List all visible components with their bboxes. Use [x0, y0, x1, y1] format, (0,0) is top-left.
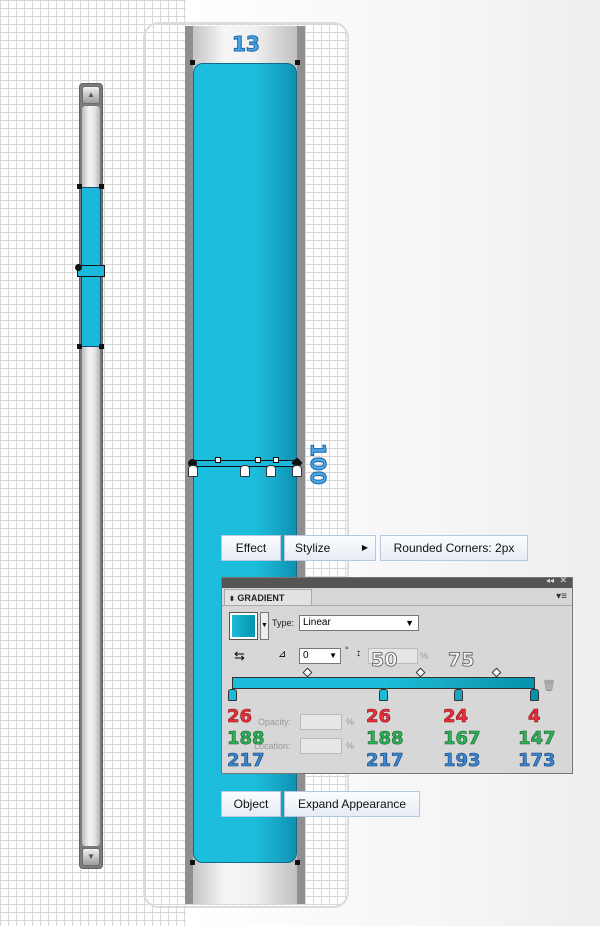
- submenu-arrow-icon: ▶: [361, 543, 368, 552]
- opacity-label: Opacity:: [258, 717, 292, 727]
- stop4-red: 4: [528, 706, 541, 728]
- collapse-icon[interactable]: ◂◂: [546, 576, 554, 585]
- top-number-label: 13: [232, 32, 261, 57]
- stop2-red: 26: [366, 706, 392, 728]
- annotator-stop[interactable]: [240, 465, 250, 477]
- angle-icon: ⊿: [278, 649, 287, 660]
- stop1-blue: 217: [227, 750, 265, 772]
- location-percent: %: [346, 741, 355, 751]
- location-input: [300, 738, 342, 754]
- object-menu[interactable]: Object: [221, 791, 281, 817]
- degree-symbol: °: [345, 645, 349, 655]
- trash-icon[interactable]: 🗑: [542, 679, 556, 692]
- panel-tab-gradient[interactable]: ⬍ GRADIENT: [224, 589, 312, 605]
- rounded-corners-item[interactable]: Rounded Corners: 2px: [380, 535, 528, 561]
- anchor-point[interactable]: [190, 60, 195, 65]
- dropdown-arrow-icon: ▼: [329, 651, 337, 660]
- annotator-stop[interactable]: [266, 465, 276, 477]
- effect-menu[interactable]: Effect: [221, 535, 281, 561]
- stop4-blue: 173: [518, 750, 556, 772]
- midpoint-handle[interactable]: [215, 457, 221, 463]
- up-arrow-icon[interactable]: ▲: [82, 86, 100, 104]
- anchor-point[interactable]: [77, 344, 82, 349]
- angle-value: 0: [303, 650, 309, 661]
- midpoint-label-75: 75: [448, 649, 475, 672]
- annotator-stop[interactable]: [188, 465, 198, 477]
- swap-gradient-icon[interactable]: ⇆: [234, 648, 245, 664]
- stylize-menu-item[interactable]: Stylize ▶: [284, 535, 376, 561]
- stylize-label: Stylize: [295, 541, 331, 555]
- dropdown-arrow-icon: ▼: [405, 618, 414, 628]
- color-stop[interactable]: [379, 689, 388, 701]
- midpoint-label-50: 50: [371, 649, 398, 672]
- anchor-point[interactable]: [295, 860, 300, 865]
- anchor-point[interactable]: [190, 860, 195, 865]
- anchor-point[interactable]: [99, 184, 104, 189]
- midpoint-handle[interactable]: [255, 457, 261, 463]
- panel-menu-icon[interactable]: ▾≡: [556, 591, 567, 602]
- side-number-label: 100: [306, 443, 331, 486]
- panel-titlebar[interactable]: ◂◂ ✕: [222, 575, 572, 588]
- aspect-percent: %: [420, 651, 429, 661]
- anchor-point[interactable]: [77, 184, 82, 189]
- down-arrow-icon[interactable]: ▼: [82, 848, 100, 866]
- close-icon[interactable]: ✕: [559, 575, 567, 586]
- midpoint-handle[interactable]: [273, 457, 279, 463]
- type-value: Linear: [303, 617, 331, 628]
- stop3-green: 167: [443, 728, 481, 750]
- type-label: Type:: [272, 618, 295, 628]
- panel-title: GRADIENT: [237, 593, 285, 603]
- panel-divider: [222, 605, 572, 606]
- angle-input[interactable]: 0 ▼: [299, 648, 341, 664]
- stop2-green: 188: [366, 728, 404, 750]
- stop1-red: 26: [227, 706, 253, 728]
- color-stop[interactable]: [530, 689, 539, 701]
- tab-toggle-icon: ⬍: [229, 596, 235, 603]
- color-stop[interactable]: [454, 689, 463, 701]
- small-scrollbar[interactable]: ▲ ▼: [79, 83, 103, 869]
- anchor-point[interactable]: [295, 60, 300, 65]
- stop1-green: 188: [227, 728, 265, 750]
- anchor-point[interactable]: [99, 344, 104, 349]
- gradient-slider[interactable]: [232, 677, 535, 689]
- type-select[interactable]: Linear ▼: [299, 615, 419, 631]
- opacity-percent: %: [346, 717, 355, 727]
- stop4-green: 147: [518, 728, 556, 750]
- stop3-red: 24: [443, 706, 469, 728]
- color-stop[interactable]: [228, 689, 237, 701]
- expand-appearance-item[interactable]: Expand Appearance: [284, 791, 420, 817]
- stop2-blue: 217: [366, 750, 404, 772]
- annotator-stop[interactable]: [292, 465, 302, 477]
- opacity-input: [300, 714, 342, 730]
- gradient-swatch[interactable]: [229, 612, 258, 640]
- aspect-ratio-icon: ↕: [356, 648, 361, 659]
- swatch-dropdown-arrow-icon[interactable]: ▼: [260, 612, 269, 640]
- stop3-blue: 193: [443, 750, 481, 772]
- gradient-origin-dot[interactable]: [75, 264, 82, 271]
